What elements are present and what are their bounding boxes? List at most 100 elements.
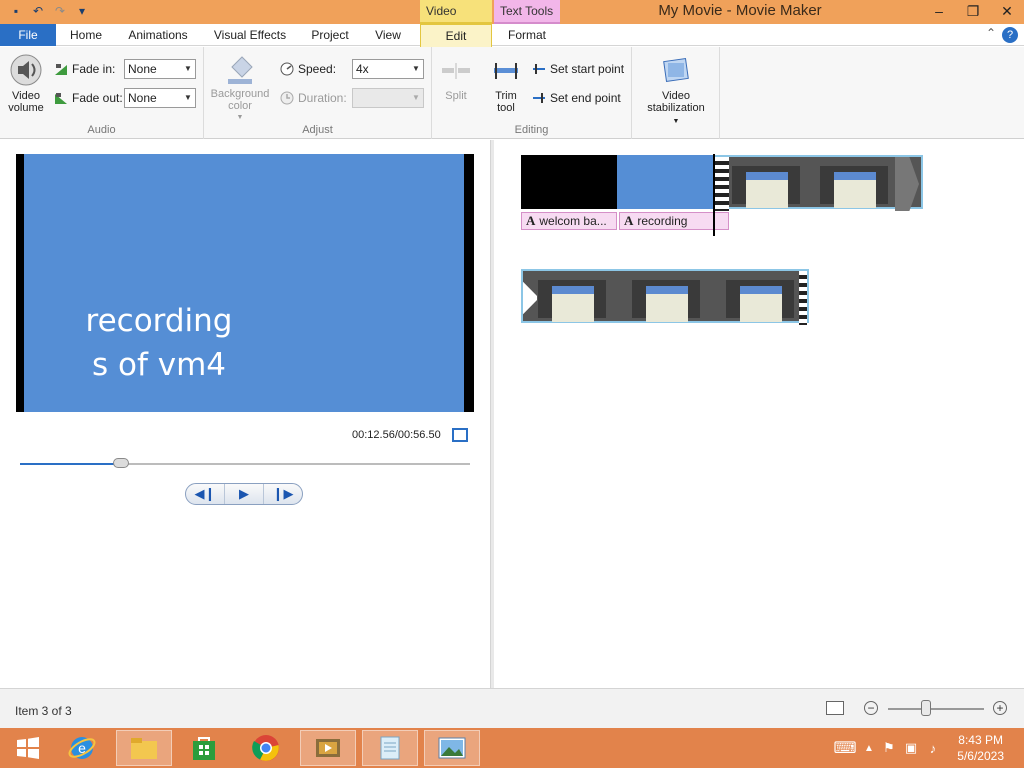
video-clip-selected[interactable] (713, 155, 923, 211)
start-icon[interactable] (0, 730, 56, 766)
tab-file[interactable]: File (0, 24, 56, 46)
minimize-button[interactable]: ‒ (922, 0, 956, 22)
playhead[interactable] (713, 154, 715, 236)
split-icon (442, 63, 470, 79)
set-start-point-label: Set start point (550, 62, 625, 76)
item-count: Item 3 of 3 (15, 704, 72, 718)
undo-icon[interactable]: ↶ (30, 3, 46, 19)
zoom-thumb[interactable] (921, 700, 932, 716)
tab-format[interactable]: Format (494, 24, 560, 46)
caption-1-label: welcom ba... (539, 214, 607, 228)
duration-dropdown[interactable]: ▼ (352, 88, 424, 108)
zoom-slider[interactable] (888, 708, 984, 710)
save-icon[interactable]: ▪ (8, 3, 24, 19)
fade-in-row: Fade in: (54, 62, 115, 76)
internet-explorer-icon[interactable]: e (54, 730, 110, 766)
video-stabilization-label: Video stabilization (647, 90, 705, 114)
duration-icon (280, 91, 294, 105)
pane-divider[interactable] (490, 140, 494, 688)
preview-pane: recording s of vm4 00:12.56/00:56.50 ◀❙ … (0, 140, 490, 688)
editing-group-label: Editing (514, 124, 549, 136)
tab-visual-effects[interactable]: Visual Effects (206, 24, 294, 46)
fade-in-dropdown[interactable]: None ▼ (124, 59, 196, 79)
playback-controls: ◀❙ ▶ ❙▶ (185, 483, 303, 505)
adjust-group-label: Adjust (302, 124, 333, 136)
notepad-icon[interactable] (362, 730, 418, 766)
next-frame-icon[interactable]: ❙▶ (263, 484, 302, 504)
paint-bucket-icon (228, 56, 253, 84)
chevron-down-icon: ▼ (412, 93, 420, 102)
tab-project[interactable]: Project (304, 24, 356, 46)
play-icon[interactable]: ▶ (224, 484, 263, 504)
chrome-icon[interactable] (238, 730, 294, 766)
file-explorer-icon[interactable] (116, 730, 172, 766)
svg-text:e: e (78, 740, 86, 756)
seek-bar[interactable] (20, 458, 470, 468)
stabilization-group: Video stabilization ▼ (632, 47, 720, 139)
trim-tool-label: Trim tool (495, 90, 517, 114)
set-start-point-button[interactable]: Set start point (532, 62, 624, 76)
chevron-down-icon: ▼ (412, 64, 420, 73)
keyboard-icon[interactable]: ⌨ (830, 738, 860, 758)
fade-out-label: Fade out: (72, 91, 123, 105)
previous-frame-icon[interactable]: ◀❙ (186, 484, 224, 504)
tab-view[interactable]: View (366, 24, 410, 46)
editing-group: Split Trim tool Set start point Set end … (432, 47, 632, 139)
action-center-icon[interactable]: ⚑ (878, 740, 900, 756)
preview-frame: recording s of vm4 (24, 154, 464, 412)
tab-home[interactable]: Home (60, 24, 112, 46)
volume-icon[interactable]: ♪ (922, 741, 944, 756)
fade-out-value: None (128, 91, 157, 105)
clip-thumbnail (731, 165, 801, 208)
black-clip[interactable] (521, 155, 619, 209)
network-icon[interactable]: ▣ (900, 740, 922, 756)
video-volume-label: Video volume (8, 90, 44, 114)
redo-icon[interactable]: ↷ (52, 3, 68, 19)
video-clip[interactable] (521, 269, 809, 325)
trim-tool-button[interactable]: Trim tool (488, 61, 524, 114)
collapse-ribbon-icon[interactable]: ⌃ (986, 26, 996, 40)
fade-out-dropdown[interactable]: None ▼ (124, 88, 196, 108)
set-end-point-button[interactable]: Set end point (532, 91, 621, 105)
thumbnail-size-icon[interactable] (826, 701, 844, 715)
taskbar: e ⌨ ▲ ⚑ ▣ ♪ 8:43 PM 5/6/2023 (0, 728, 1024, 768)
clock-time: 8:43 PM (958, 733, 1003, 747)
duration-label: Duration: (298, 91, 347, 105)
customize-toolbar-icon[interactable]: ▾ (74, 3, 90, 19)
speed-dropdown[interactable]: 4x ▼ (352, 59, 424, 79)
preview-caption: recording s of vm4 (24, 299, 294, 387)
help-icon[interactable]: ? (1002, 27, 1018, 43)
title-clip[interactable] (617, 155, 713, 209)
movie-maker-icon[interactable] (300, 730, 356, 766)
audio-group-label: Audio (87, 124, 116, 136)
chevron-down-icon: ▼ (184, 93, 192, 102)
split-button[interactable]: Split (438, 61, 474, 102)
background-color-button[interactable]: Background color ▼ (206, 53, 274, 124)
video-preview[interactable]: recording s of vm4 (16, 154, 474, 412)
photo-viewer-icon[interactable] (424, 730, 480, 766)
tab-edit[interactable]: Edit (420, 24, 492, 47)
video-volume-button[interactable]: Video volume (4, 53, 48, 114)
adjust-group: Background color ▼ Speed: 4x ▼ Duration:… (204, 47, 432, 139)
trim-icon (494, 63, 518, 79)
storyboard: Awelcom ba... Arecording (495, 140, 1024, 688)
chevron-down-icon: ▼ (184, 64, 192, 73)
quick-access-toolbar: ▪ ↶ ↷ ▾ (8, 3, 90, 19)
fullscreen-icon[interactable] (452, 428, 468, 442)
zoom-in-icon[interactable]: + (993, 701, 1007, 715)
zoom-out-icon[interactable]: − (864, 701, 878, 715)
window-title: My Movie - Movie Maker (658, 2, 822, 19)
close-button[interactable]: ✕ (990, 0, 1024, 22)
video-stabilization-button[interactable]: Video stabilization ▼ (636, 55, 716, 128)
text-caption-1[interactable]: Awelcom ba... (521, 212, 617, 230)
maximize-button[interactable]: ❐ (956, 0, 990, 22)
preview-caption-line1: recording (85, 303, 233, 339)
show-hidden-icons-icon[interactable]: ▲ (860, 743, 878, 754)
tab-animations[interactable]: Animations (120, 24, 196, 46)
clock[interactable]: 8:43 PM 5/6/2023 (957, 732, 1004, 764)
store-icon[interactable] (176, 730, 232, 766)
text-tools-context-label: Text Tools (494, 0, 560, 24)
seek-thumb[interactable] (113, 458, 130, 468)
clock-date: 5/6/2023 (957, 749, 1004, 763)
clip-thumbnail (631, 279, 701, 322)
